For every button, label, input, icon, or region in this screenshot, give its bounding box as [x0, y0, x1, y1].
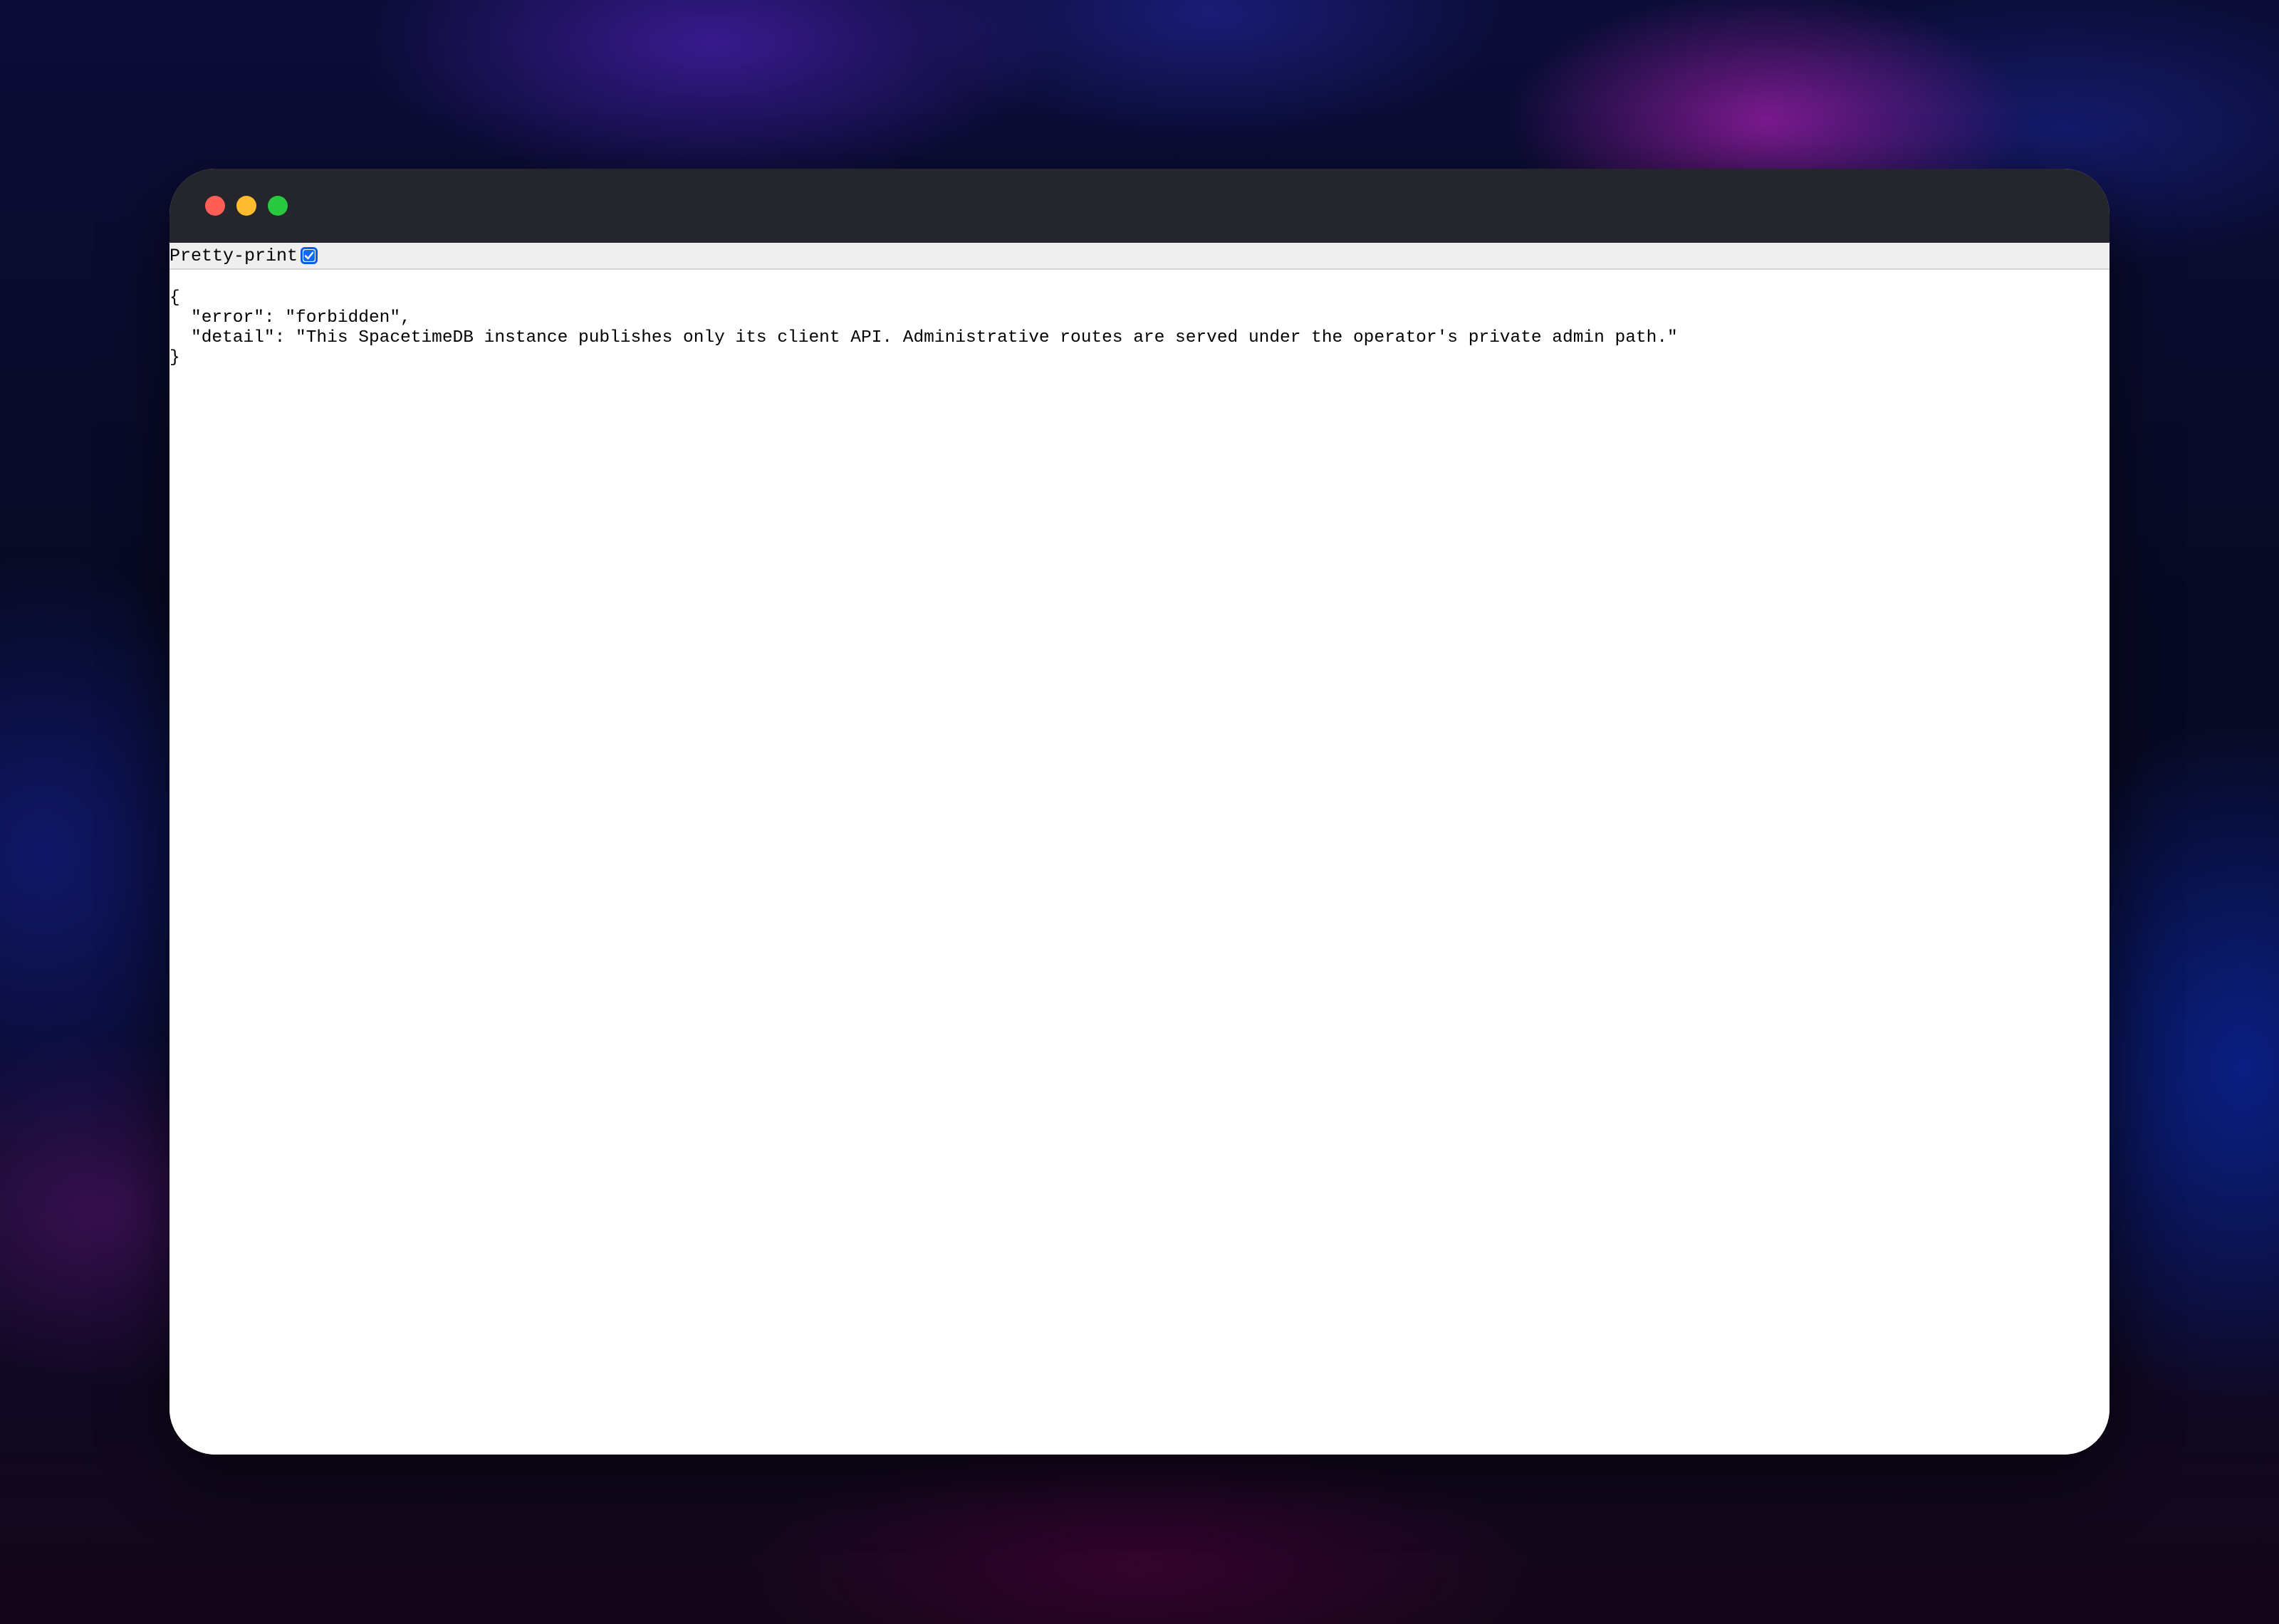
- checkmark-icon: [304, 251, 314, 260]
- zoom-icon[interactable]: [268, 196, 288, 216]
- pretty-print-checkbox[interactable]: [301, 247, 318, 264]
- pretty-print-bar: Pretty-print: [170, 243, 2109, 270]
- json-close-brace: }: [170, 348, 180, 367]
- json-open-brace: {: [170, 288, 180, 308]
- window-titlebar[interactable]: [170, 169, 2109, 243]
- json-line-error: "error": "forbidden",: [191, 308, 411, 328]
- json-body: { "error": "forbidden", "detail": "This Sp…: [170, 270, 2109, 368]
- close-icon[interactable]: [205, 196, 225, 216]
- minimize-icon[interactable]: [236, 196, 256, 216]
- json-line-detail: "detail": "This SpacetimeDB instance pub…: [191, 328, 1678, 347]
- browser-window: Pretty-print { "error": "forbidden", "deta…: [170, 169, 2109, 1455]
- pretty-print-label[interactable]: Pretty-print: [170, 246, 298, 266]
- json-viewer: Pretty-print { "error": "forbidden", "deta…: [170, 243, 2109, 1455]
